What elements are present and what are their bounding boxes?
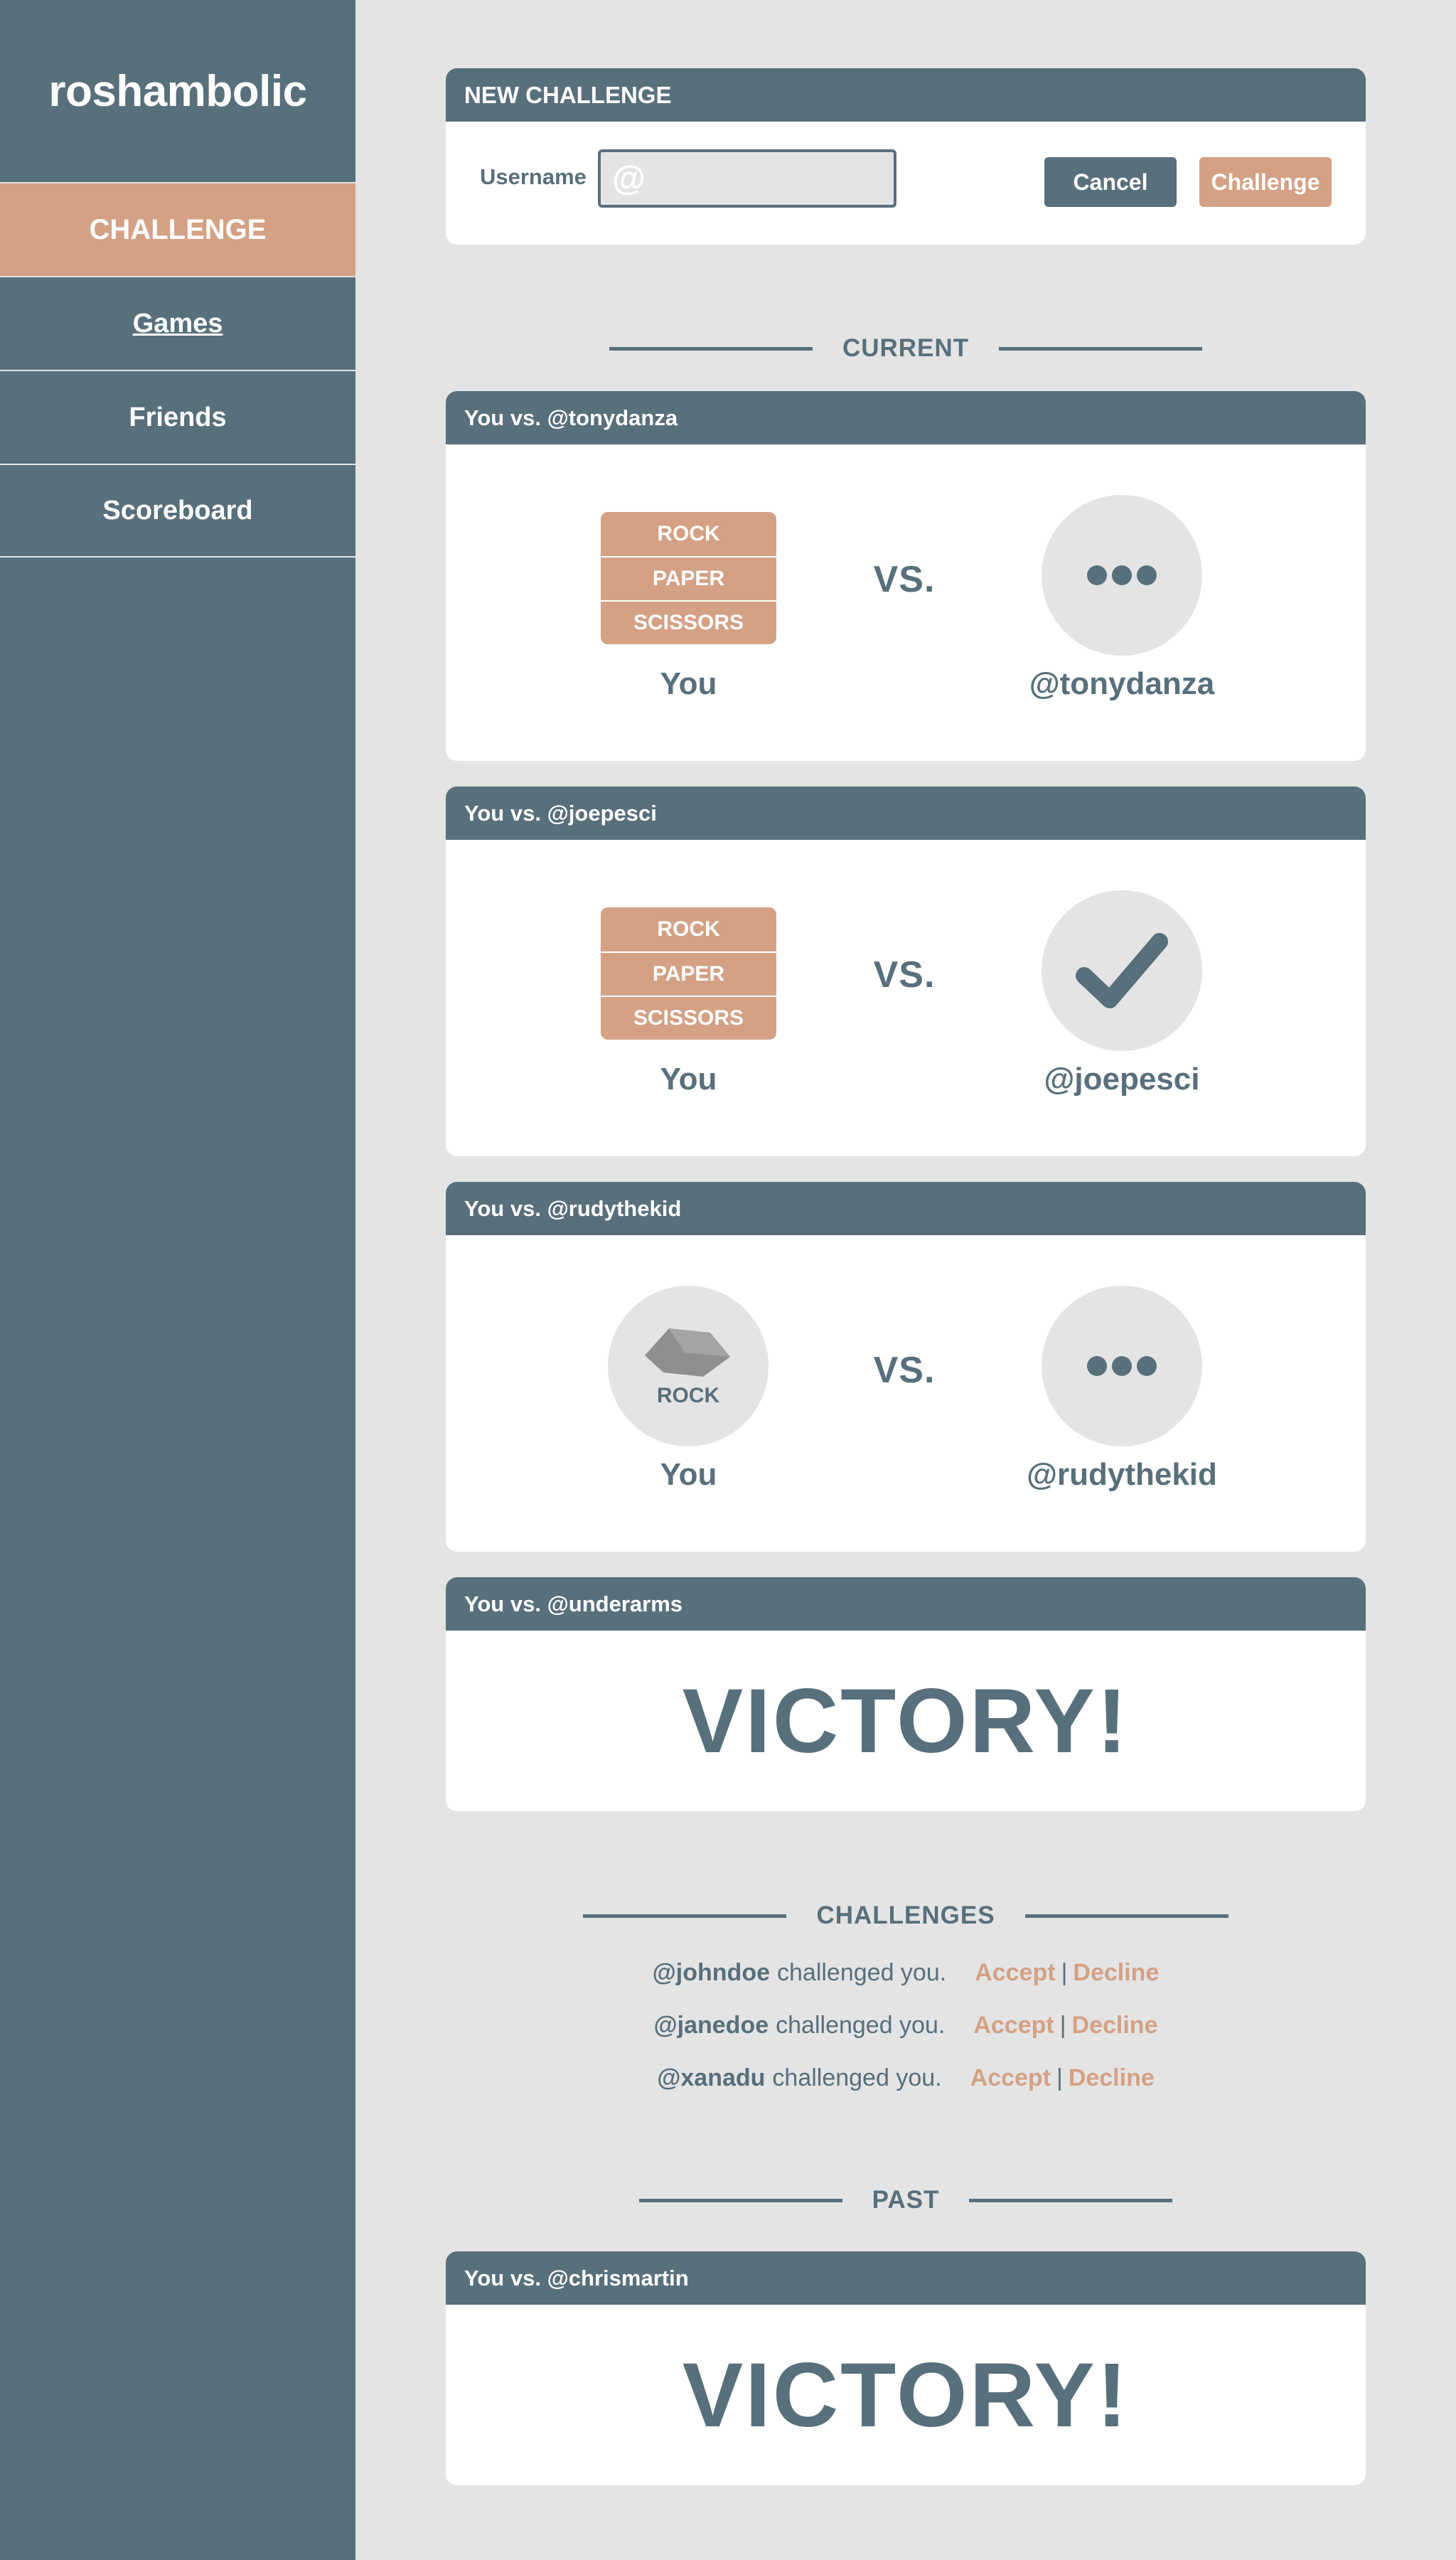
new-challenge-card: NEW CHALLENGE Username Cancel Challenge	[446, 68, 1366, 245]
challenger-username: @janedoe	[653, 2011, 769, 2039]
sidebar-item-label: Friends	[129, 402, 227, 432]
section-title: CHALLENGES	[816, 1902, 995, 1929]
game-body: ROCK VS. You @rudythekid	[446, 1235, 1366, 1552]
opponent-status-avatar	[1042, 1286, 1202, 1446]
choice-scissors-button[interactable]: SCISSORS	[601, 996, 776, 1040]
accept-link[interactable]: Accept	[970, 2064, 1051, 2092]
challenger-username: @johndoe	[652, 1958, 770, 1986]
accept-link[interactable]: Accept	[973, 2012, 1054, 2039]
game-card: You vs. @chrismartin VICTORY!	[446, 2251, 1366, 2485]
new-challenge-body: Username Cancel Challenge	[446, 122, 1366, 245]
decline-link[interactable]: Decline	[1073, 1959, 1159, 1987]
card-header: You vs. @chrismartin	[446, 2251, 1366, 2305]
game-card: You vs. @rudythekid ROCK VS. You @rudyth…	[446, 1182, 1366, 1552]
game-body: ROCK PAPER SCISSORS VS. You @joepesci	[446, 840, 1366, 1156]
game-card: You vs. @tonydanza ROCK PAPER SCISSORS V…	[446, 391, 1366, 761]
challenge-text: challenged you.	[776, 2011, 946, 2039]
challenge-actions: Accept | Decline	[973, 2012, 1157, 2039]
sidebar-item-scoreboard[interactable]: Scoreboard	[0, 464, 355, 558]
username-input[interactable]	[598, 149, 896, 208]
choice-picker: ROCK PAPER SCISSORS	[601, 512, 776, 644]
choice-rock-button[interactable]: ROCK	[601, 512, 776, 556]
sidebar-item-games[interactable]: Games	[0, 276, 355, 370]
your-pick-label: ROCK	[656, 1384, 720, 1407]
ellipsis-icon	[1087, 565, 1157, 585]
sidebar-item-challenge[interactable]: CHALLENGE	[0, 182, 355, 276]
app-logo: roshambolic	[48, 66, 307, 116]
section-title: CURRENT	[842, 334, 970, 362]
choice-paper-button[interactable]: PAPER	[601, 951, 776, 996]
challenge-actions: Accept | Decline	[970, 2064, 1155, 2092]
opponent-status-avatar	[1042, 495, 1202, 656]
card-header: NEW CHALLENGE	[446, 68, 1366, 122]
challenger-username: @xanadu	[657, 2064, 766, 2091]
sidebar-item-friends[interactable]: Friends	[0, 370, 355, 464]
player-name-you: You	[660, 1062, 717, 1097]
challenge-row: @johndoe challenged you. Accept | Declin…	[446, 1951, 1366, 1994]
divider-line	[1024, 1914, 1228, 1918]
player-name-opponent: @rudythekid	[1027, 1457, 1217, 1492]
game-card: You vs. @joepesci ROCK PAPER SCISSORS VS…	[446, 786, 1366, 1156]
section-title: PAST	[872, 2186, 940, 2214]
choice-scissors-button[interactable]: SCISSORS	[601, 600, 776, 644]
result-text: VICTORY!	[682, 1670, 1130, 1772]
divider-line	[609, 346, 813, 351]
challenge-row: @xanadu challenged you. Accept | Decline	[446, 2057, 1366, 2099]
challenge-text: challenged you.	[777, 1958, 947, 1986]
card-header: You vs. @rudythekid	[446, 1182, 1366, 1235]
card-header: You vs. @tonydanza	[446, 391, 1366, 444]
challenge-button[interactable]: Challenge	[1199, 157, 1332, 207]
challenge-text: challenged you.	[772, 2064, 942, 2091]
decline-link[interactable]: Decline	[1069, 2064, 1155, 2092]
vs-label: VS.	[873, 559, 936, 600]
section-heading-challenges: CHALLENGES	[446, 1894, 1366, 1937]
sidebar-item-label: Games	[132, 308, 223, 338]
username-label: Username	[480, 164, 587, 189]
separator: |	[1059, 2011, 1066, 2039]
your-pick-avatar: ROCK	[608, 1286, 769, 1446]
rock-icon	[645, 1328, 730, 1377]
separator: |	[1056, 2064, 1063, 2091]
player-name-you: You	[660, 1457, 717, 1492]
card-header: You vs. @joepesci	[446, 786, 1366, 840]
vs-label: VS.	[873, 954, 936, 996]
player-name-opponent: @tonydanza	[1029, 666, 1215, 701]
divider-line	[638, 2198, 842, 2202]
challenge-row: @janedoe challenged you. Accept | Declin…	[446, 2004, 1366, 2047]
sidebar: roshambolic CHALLENGE Games Friends Scor…	[0, 0, 355, 2560]
decline-link[interactable]: Decline	[1072, 2012, 1158, 2039]
player-name-you: You	[660, 666, 717, 701]
divider-line	[999, 346, 1203, 351]
divider-line	[969, 2198, 1173, 2202]
player-name-opponent: @joepesci	[1044, 1062, 1200, 1097]
game-card: You vs. @underarms VICTORY!	[446, 1577, 1366, 1811]
section-heading-past: PAST	[446, 2179, 1366, 2222]
section-heading-current: CURRENT	[446, 327, 1366, 370]
game-body: ROCK PAPER SCISSORS VS. You @tonydanza	[446, 444, 1366, 761]
ellipsis-icon	[1087, 1356, 1157, 1376]
checkmark-icon	[1076, 933, 1168, 1008]
choice-paper-button[interactable]: PAPER	[601, 556, 776, 600]
opponent-status-avatar	[1042, 890, 1202, 1051]
challenge-actions: Accept | Decline	[975, 1959, 1159, 1987]
divider-line	[583, 1914, 787, 1918]
choice-picker: ROCK PAPER SCISSORS	[601, 907, 776, 1040]
choice-rock-button[interactable]: ROCK	[601, 907, 776, 951]
cancel-button[interactable]: Cancel	[1044, 157, 1177, 207]
card-header: You vs. @underarms	[446, 1577, 1366, 1631]
sidebar-item-label: Scoreboard	[102, 495, 253, 526]
vs-label: VS.	[873, 1350, 936, 1391]
accept-link[interactable]: Accept	[975, 1959, 1055, 1987]
result-text: VICTORY!	[682, 2344, 1130, 2446]
separator: |	[1061, 1958, 1068, 1986]
sidebar-item-label: CHALLENGE	[89, 213, 267, 245]
